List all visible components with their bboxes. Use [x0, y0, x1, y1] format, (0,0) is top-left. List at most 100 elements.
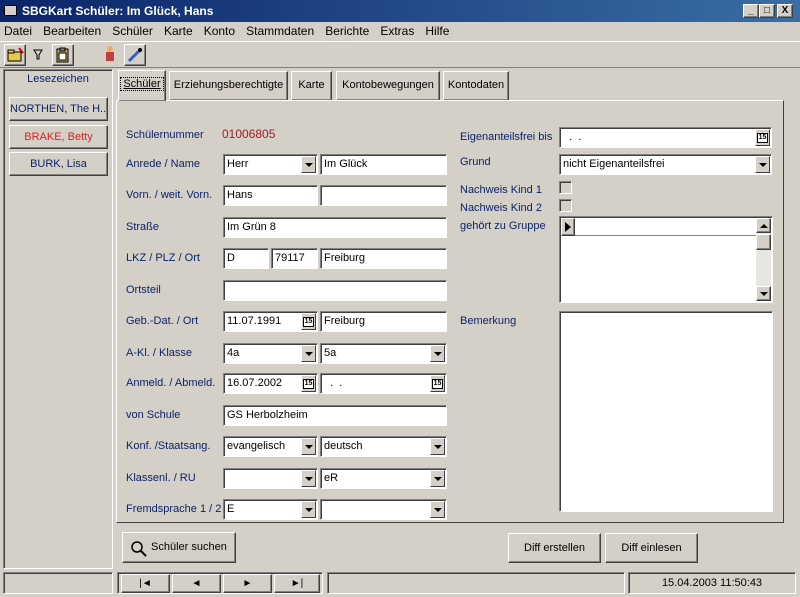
abmeld-input[interactable]: . . 15 [320, 373, 447, 394]
menu-schueler[interactable]: Schüler [108, 22, 157, 40]
fremd1-select[interactable]: E [223, 499, 318, 520]
calendar-icon-text: 15 [302, 316, 315, 327]
diff-erstellen-button[interactable]: Diff erstellen [508, 533, 601, 563]
edit-tool-icon[interactable] [124, 44, 146, 66]
klassenl-select[interactable] [223, 468, 318, 489]
bemerkung-textarea[interactable] [559, 311, 773, 512]
bookmark-item-2[interactable]: BRAKE, Betty [9, 125, 108, 149]
calendar-icon[interactable]: 15 [301, 375, 316, 392]
schuelernummer-value: 01006805 [222, 127, 276, 141]
magnifier-icon [131, 541, 147, 557]
konf-select[interactable]: evangelisch [223, 436, 318, 457]
lkz-input[interactable]: D [223, 248, 269, 269]
minimize-button[interactable]: _ [743, 4, 759, 18]
strasse-label: Straße [126, 221, 160, 233]
bemerkung-label: Bemerkung [460, 315, 517, 327]
name-input[interactable]: Im Glück [320, 154, 447, 175]
klasse-label: A-Kl. / Klasse [126, 347, 193, 359]
menu-bearbeiten[interactable]: Bearbeiten [39, 22, 105, 40]
menu-stammdaten[interactable]: Stammdaten [242, 22, 318, 40]
anrede-value: Herr [227, 158, 249, 170]
bookmark-item-1[interactable]: NORTHEN, The H... [9, 97, 108, 121]
anrede-label: Anrede / Name [126, 158, 200, 170]
calendar-icon-text: 15 [302, 378, 315, 389]
scroll-up-icon[interactable] [756, 218, 771, 233]
geb-ort-input[interactable]: Freiburg [320, 311, 447, 332]
strasse-input[interactable]: Im Grün 8 [223, 217, 447, 238]
tab-erziehungsberechtigte[interactable]: Erziehungsberechtigte [169, 71, 288, 100]
chevron-down-icon[interactable] [430, 501, 445, 518]
vorname-input[interactable]: Hans [223, 185, 318, 206]
nachweis1-checkbox[interactable] [559, 181, 572, 194]
chevron-down-icon[interactable] [430, 438, 445, 455]
status-left-panel [3, 572, 113, 594]
menu-datei[interactable]: Datei [0, 22, 36, 40]
chevron-down-icon[interactable] [430, 470, 445, 487]
geb-datum-input[interactable]: 11.07.1991 15 [223, 311, 318, 332]
menu-berichte[interactable]: Berichte [321, 22, 373, 40]
anmeld-input[interactable]: 16.07.2002 15 [223, 373, 318, 394]
chevron-down-icon[interactable] [301, 501, 316, 518]
ru-select[interactable]: eR [320, 468, 447, 489]
akl-select[interactable]: 4a [223, 343, 318, 364]
schueler-suchen-button[interactable]: Schüler suchen [122, 532, 236, 563]
tab-kontobewegungen[interactable]: Kontobewegungen [336, 71, 440, 100]
record-selector[interactable] [561, 218, 575, 236]
menu-bar: Datei Bearbeiten Schüler Karte Konto Sta… [0, 22, 800, 41]
grund-select[interactable]: nicht Eigenanteilsfrei [559, 154, 772, 175]
bookmark-item-3[interactable]: BURK, Lisa [9, 152, 108, 176]
weit-vorname-input[interactable] [320, 185, 447, 206]
ortsteil-input[interactable] [223, 280, 447, 301]
calendar-icon[interactable]: 15 [755, 129, 770, 146]
nav-last-button[interactable]: ►| [274, 574, 320, 593]
abmeld-value: . . [324, 377, 343, 389]
chevron-down-icon[interactable] [301, 345, 316, 362]
anmeld-label: Anmeld. / Abmeld. [126, 377, 216, 389]
menu-karte[interactable]: Karte [160, 22, 197, 40]
nav-prev-button[interactable]: ◄ [172, 574, 221, 593]
schueler-suchen-label: Schüler suchen [151, 541, 227, 553]
anrede-select[interactable]: Herr [223, 154, 318, 175]
staatsang-select[interactable]: deutsch [320, 436, 447, 457]
scroll-thumb[interactable] [756, 234, 771, 250]
tab-schueler[interactable]: Schüler [118, 70, 166, 101]
calendar-icon[interactable]: 15 [301, 313, 316, 330]
eigenanteil-value: . . [563, 131, 582, 143]
chevron-down-icon[interactable] [301, 438, 316, 455]
tab-schueler-label: Schüler [120, 77, 164, 91]
diff-einlesen-button[interactable]: Diff einlesen [605, 533, 698, 563]
filter-icon[interactable] [28, 44, 50, 66]
close-button[interactable]: X [777, 4, 793, 18]
klasse-select[interactable]: 5a [320, 343, 447, 364]
fremd2-select[interactable] [320, 499, 447, 520]
menu-hilfe[interactable]: Hilfe [421, 22, 453, 40]
fremd1-value: E [227, 503, 235, 515]
nachweis2-label: Nachweis Kind 2 [460, 202, 542, 214]
tab-kontodaten[interactable]: Kontodaten [443, 71, 509, 100]
gruppe-scrollbar[interactable] [756, 218, 771, 301]
nachweis2-checkbox[interactable] [559, 199, 572, 212]
chevron-down-icon[interactable] [301, 156, 316, 173]
scroll-down-icon[interactable] [756, 286, 771, 301]
chevron-down-icon[interactable] [430, 345, 445, 362]
eigenanteil-input[interactable]: . . 15 [559, 127, 772, 148]
open-folder-icon[interactable] [4, 44, 26, 66]
vonschule-input[interactable]: GS Herbolzheim [223, 405, 447, 426]
ort-input[interactable]: Freiburg [320, 248, 447, 269]
chevron-down-icon[interactable] [755, 156, 770, 173]
nav-next-button[interactable]: ► [223, 574, 272, 593]
bookmark-panel: Lesezeichen NORTHEN, The H... BRAKE, Bet… [3, 69, 113, 569]
user-icon[interactable] [100, 44, 122, 66]
nav-first-button[interactable]: |◄ [121, 574, 170, 593]
clipboard-icon[interactable] [52, 44, 74, 66]
chevron-down-icon[interactable] [301, 470, 316, 487]
menu-extras[interactable]: Extras [376, 22, 418, 40]
vorname-label: Vorn. / weit. Vorn. [126, 189, 213, 201]
tab-karte[interactable]: Karte [291, 71, 332, 100]
maximize-button[interactable]: □ [759, 4, 775, 18]
calendar-icon[interactable]: 15 [430, 375, 445, 392]
plz-input[interactable]: 79117 [271, 248, 318, 269]
gruppe-label: gehört zu Gruppe [460, 220, 546, 232]
gruppe-list[interactable] [559, 216, 773, 303]
menu-konto[interactable]: Konto [200, 22, 239, 40]
